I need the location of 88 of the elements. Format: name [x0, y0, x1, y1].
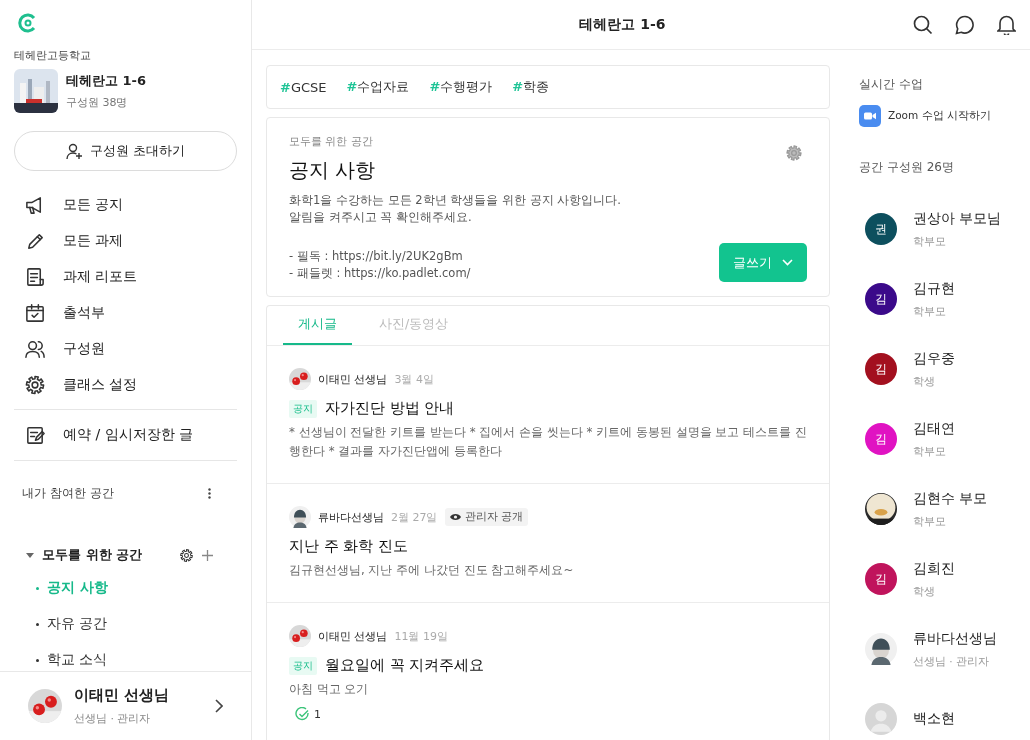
gear-icon[interactable] — [785, 144, 803, 162]
tag-link[interactable]: #수업자료 — [346, 78, 410, 96]
gear-icon — [179, 547, 194, 563]
avatar-icon — [865, 703, 897, 735]
avatar-initial: 김 — [865, 423, 897, 455]
space-label: 모두를 위한 공간 — [289, 134, 374, 149]
board-title: 공지 사항 — [289, 157, 377, 184]
chat-icon[interactable] — [955, 14, 975, 35]
post-body: * 선생님이 전달한 키트를 받는다 * 집에서 손을 씻는다 * 키트에 동봉된 설명을 보고 테스트를 진행한다 * 결과를 자가진단앱에 등록한다 — [289, 424, 807, 460]
avatar-initial: 권 — [865, 213, 897, 245]
avatar-initial: 김 — [865, 563, 897, 595]
member-name: 류바다선생님 — [913, 629, 997, 648]
author-name: 류바다선생님 — [318, 509, 384, 525]
notice-tag: 공지 — [289, 656, 317, 675]
link-text: - 패들렛 : https://ko.padlet.com/ — [289, 265, 471, 282]
chevron-down-icon — [782, 259, 793, 266]
people-icon — [24, 338, 46, 360]
member-role: 학부모 — [913, 234, 947, 249]
zoom-link[interactable]: Zoom 수업 시작하기 — [859, 105, 1030, 127]
nav-item[interactable]: 과제 리포트 — [14, 259, 237, 295]
chevron-right-icon[interactable] — [215, 699, 223, 713]
post-date: 3월 4일 — [394, 371, 434, 387]
search-icon[interactable] — [913, 14, 933, 35]
add-icon[interactable] — [202, 549, 213, 561]
author-name: 이태민 선생님 — [318, 371, 388, 387]
member-role: 선생님 · 관리자 — [913, 654, 990, 669]
member-name: 김태연 — [913, 419, 955, 438]
check-count: 1 — [314, 708, 321, 721]
visibility-tag: 관리자 공개 — [444, 508, 528, 526]
member-role: 학부모 — [913, 444, 947, 459]
board-description: 화학1을 수강하는 모든 2학년 학생들을 위한 공지 사항입니다. 알림을 켜주시고 꼭 확인해주세요. — [289, 192, 622, 226]
member-name: 권상아 부모님 — [913, 209, 1002, 228]
space-item[interactable]: 자유 공간 — [14, 606, 237, 642]
calendar-icon — [24, 302, 46, 324]
member-role: 학생 — [913, 374, 936, 389]
member-role: 학부모 — [913, 514, 947, 529]
space-title: 모두를 위한 공간 — [42, 546, 144, 564]
member-role: 학생 — [913, 584, 936, 599]
page-title: 테헤란고 1-6 — [578, 15, 667, 34]
member-name: 김현수 부모 — [913, 489, 988, 508]
post-title: 월요일에 꼭 지켜주세요 — [325, 656, 485, 675]
draft-icon — [24, 424, 46, 446]
avatar-icon — [289, 506, 311, 528]
invite-button[interactable]: 구성원 초대하기 — [14, 131, 237, 171]
author-name: 이태민 선생님 — [318, 628, 388, 644]
member-role: 학부모 — [913, 304, 947, 319]
nav-item[interactable]: 모든 과제 — [14, 223, 237, 259]
nav-item[interactable]: 예약 / 임시저장한 글 — [14, 416, 237, 454]
more-icon[interactable] — [208, 488, 211, 499]
member-count: 구성원 38명 — [66, 95, 129, 110]
section-title: 실시간 수업 — [859, 76, 924, 93]
video-camera-icon — [859, 105, 881, 127]
section-title: 공간 구성원 26명 — [859, 159, 955, 176]
nav-item[interactable]: 모든 공지 — [14, 187, 237, 223]
member-name: 김규현 — [913, 279, 955, 298]
post-date: 11월 19일 — [394, 628, 448, 644]
tag-link[interactable]: #수행평가 — [429, 78, 493, 96]
post-title: 자가진단 방법 안내 — [325, 399, 455, 418]
post-title: 지난 주 화학 진도 — [289, 537, 408, 556]
gear-icon — [24, 374, 46, 396]
nav-item[interactable]: 출석부 — [14, 295, 237, 331]
eye-icon — [449, 513, 461, 521]
nav-item[interactable]: 구성원 — [14, 331, 237, 367]
post-date: 2월 27일 — [391, 509, 438, 525]
member-name: 김우중 — [913, 349, 955, 368]
space-item[interactable]: 학교 소식 — [14, 642, 237, 671]
link-text: - 필독 : https://bit.ly/2UK2gBm — [289, 248, 464, 265]
add-person-icon — [65, 142, 84, 160]
class-name: 테헤란고 1-6 — [66, 72, 146, 90]
avatar-initial: 김 — [865, 353, 897, 385]
post-body: 아침 먹고 오기 — [289, 681, 370, 698]
tag-link[interactable]: #학종 — [512, 78, 550, 96]
post-body: 김규현선생님, 지난 주에 나갔던 진도 참고해주세요~ — [289, 562, 575, 579]
caret-icon[interactable] — [26, 551, 34, 559]
member-name: 백소현 — [913, 710, 955, 728]
check-circle-icon[interactable] — [295, 707, 310, 722]
bell-icon[interactable] — [997, 14, 1016, 35]
tag-link[interactable]: #GCSE — [280, 79, 327, 95]
member-name: 김희진 — [913, 559, 955, 578]
school-name: 테헤란고등학교 — [14, 48, 92, 63]
notice-tag: 공지 — [289, 399, 317, 418]
nav-item[interactable]: 클래스 설정 — [14, 367, 237, 403]
section-title: 내가 참여한 공간 — [22, 485, 114, 502]
avatar-initial: 김 — [865, 283, 897, 315]
report-icon — [24, 266, 46, 288]
avatar-icon — [865, 633, 897, 665]
profile-role: 선생님 · 관리자 — [74, 711, 152, 726]
profile-name: 이태민 선생님 — [74, 686, 171, 705]
